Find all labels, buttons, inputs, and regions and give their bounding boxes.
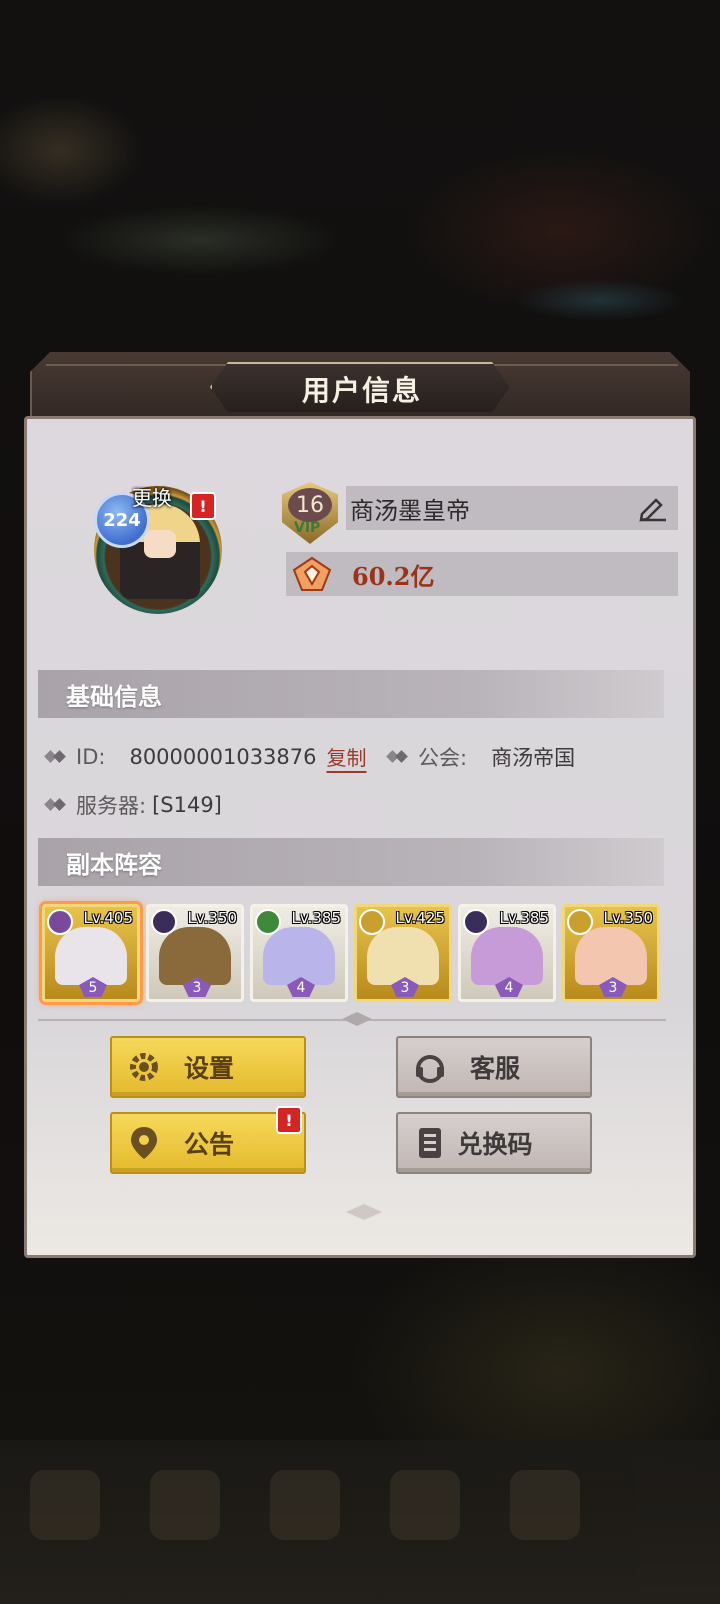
hero-level: Lv.350 [603, 909, 653, 927]
dialog-title-plate: 用户信息 [210, 362, 510, 412]
dialog-title: 用户信息 [301, 374, 422, 407]
guild-value[interactable]: 商汤帝国 [491, 742, 575, 772]
change-avatar-label[interactable]: 更换 [132, 482, 172, 511]
hero-portrait [367, 927, 439, 985]
server-row: 服务器: [S149] [46, 790, 222, 820]
hero-level: Lv.385 [499, 909, 549, 927]
element-icon [463, 909, 489, 935]
gear-icon [130, 1053, 158, 1081]
hero-card[interactable]: Lv.350 3 [562, 904, 660, 1002]
combat-power-value: 60.2亿 [352, 561, 435, 591]
settings-label: 设置 [183, 1054, 234, 1083]
element-icon [359, 909, 385, 935]
hero-portrait [471, 927, 543, 985]
edit-name-icon[interactable] [638, 494, 668, 522]
hero-level: Lv.405 [83, 909, 133, 927]
bullet-icon [46, 750, 66, 764]
avatar-alert-badge: ! [190, 492, 216, 520]
headset-icon [416, 1055, 444, 1083]
vip-badge: 16 VIP [282, 482, 338, 544]
guild-row: 公会: 商汤帝国 [388, 742, 575, 772]
combat-power-icon [292, 556, 332, 591]
element-icon [567, 909, 593, 935]
element-icon [255, 909, 281, 935]
vip-level: 16 [288, 488, 332, 522]
element-icon [151, 909, 177, 935]
document-icon [419, 1128, 441, 1158]
guild-label: 公会: [418, 746, 468, 770]
notice-alert-badge: ! [276, 1106, 302, 1134]
settings-button[interactable]: 设置 [110, 1036, 306, 1098]
location-pin-icon [131, 1127, 157, 1159]
hero-portrait [575, 927, 647, 985]
server-value: [S149] [152, 793, 222, 817]
background-bottom-nav [0, 1440, 720, 1604]
support-label: 客服 [469, 1054, 520, 1083]
bullet-icon [388, 750, 408, 764]
lineup-header: 副本阵容 [38, 838, 664, 886]
hero-card[interactable]: Lv.425 3 [354, 904, 452, 1002]
hero-portrait [55, 927, 127, 985]
hero-portrait [159, 927, 231, 985]
hero-card[interactable]: Lv.385 4 [250, 904, 348, 1002]
nickname-bar: 商汤墨皇帝 [346, 486, 678, 530]
vip-label: VIP [294, 520, 321, 536]
hero-lineup: Lv.405 5 Lv.350 3 Lv.385 4 Lv.425 3 Lv.385 4 Lv.35… [42, 904, 682, 1004]
server-label: 服务器: [76, 794, 147, 818]
redeem-code-label: 兑换码 [457, 1130, 533, 1159]
copy-id-link[interactable]: 复制 [327, 742, 367, 771]
element-icon [47, 909, 73, 935]
notice-label: 公告 [183, 1130, 234, 1159]
hero-level: Lv.385 [291, 909, 341, 927]
combat-power-bar: 60.2亿 [286, 552, 678, 596]
id-value: 80000001033876 [129, 744, 317, 769]
basic-info-header: 基础信息 [38, 670, 664, 718]
hero-card[interactable]: Lv.385 4 [458, 904, 556, 1002]
nickname: 商汤墨皇帝 [350, 496, 470, 525]
hero-level: Lv.425 [395, 909, 445, 927]
hero-portrait [263, 927, 335, 985]
id-label: ID: [76, 744, 106, 769]
support-button[interactable]: 客服 [396, 1036, 592, 1098]
id-row: ID: 80000001033876 复制 [46, 742, 367, 771]
hero-level: Lv.350 [187, 909, 237, 927]
bullet-icon [46, 798, 66, 812]
redeem-code-button[interactable]: 兑换码 [396, 1112, 592, 1174]
hero-card[interactable]: Lv.405 5 [42, 904, 140, 1002]
hero-card[interactable]: Lv.350 3 [146, 904, 244, 1002]
user-info-dialog: 用户信息 224 更换 ! 16 VIP 商汤墨皇帝 60.2亿 基础信息 ID… [24, 344, 696, 1258]
